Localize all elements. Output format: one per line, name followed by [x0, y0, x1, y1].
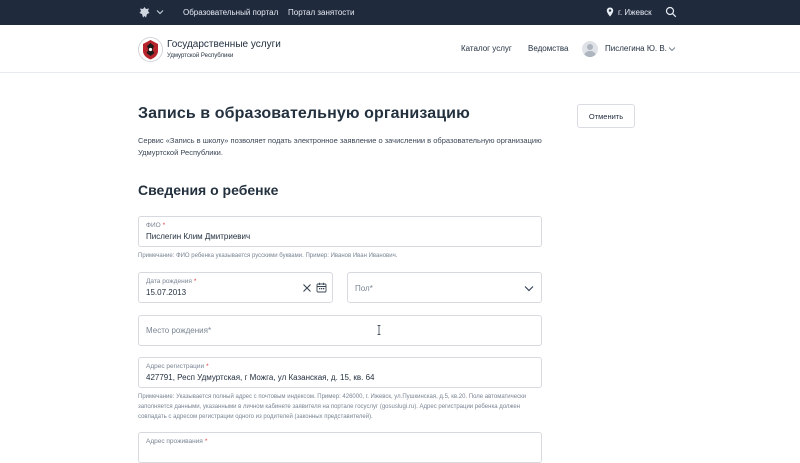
fio-note: Примечание: ФИО ребенка указывается русс… — [138, 253, 398, 259]
user-name[interactable]: Пислегина Ю. В. — [605, 44, 667, 53]
logo-title[interactable]: Государственные услуги — [167, 39, 281, 50]
chevron-down-icon[interactable] — [524, 285, 534, 292]
nav-catalog-link[interactable]: Каталог услуг — [461, 44, 512, 53]
sex-select[interactable]: Пол* — [347, 272, 542, 303]
avatar[interactable] — [582, 41, 598, 57]
fio-label: ФИО * — [146, 222, 166, 229]
fio-value[interactable]: Пислегин Клим Дмитриевич — [146, 232, 250, 241]
nav-departments-link[interactable]: Ведомства — [528, 44, 569, 53]
emblem-icon[interactable] — [138, 6, 151, 19]
residence-address-field[interactable]: Адрес проживания * — [138, 432, 542, 463]
chevron-down-icon[interactable] — [668, 46, 676, 52]
registration-address-field[interactable]: Адрес регистрации * 427791, Респ Удмуртск… — [138, 357, 542, 388]
birthplace-field[interactable]: Место рождения* — [138, 315, 542, 346]
text-cursor-icon — [377, 325, 381, 335]
logo-subtitle: Удмуртской Республики — [167, 53, 234, 59]
registration-address-label: Адрес регистрации * — [146, 363, 209, 370]
residence-address-label: Адрес проживания * — [146, 438, 208, 445]
calendar-icon[interactable] — [316, 282, 327, 293]
chevron-down-icon[interactable] — [156, 8, 164, 16]
registration-address-value[interactable]: 427791, Респ Удмуртская, г Можга, ул Каз… — [146, 373, 374, 382]
section-title: Сведения о ребенке — [138, 182, 279, 198]
birth-date-field[interactable]: Дата рождения * 15.07.2013 — [138, 272, 333, 303]
search-icon[interactable] — [665, 6, 677, 18]
sex-label: Пол* — [355, 284, 373, 293]
clear-icon[interactable] — [302, 283, 312, 293]
page-title: Запись в образовательную организацию — [138, 105, 470, 122]
birth-date-value[interactable]: 15.07.2013 — [146, 288, 186, 297]
service-description: Сервис «Запись в школу» позволяет подать… — [138, 136, 542, 157]
gosuslugi-logo-icon[interactable] — [138, 37, 163, 62]
birthplace-label: Место рождения* — [146, 326, 212, 335]
top-bar: Образовательный портал Портал занятости … — [0, 0, 800, 25]
city-selector[interactable]: г. Ижевск — [618, 8, 652, 17]
cancel-button[interactable]: Отменить — [577, 104, 635, 128]
user-icon — [584, 44, 596, 57]
site-header: Государственные услуги Удмуртской Респуб… — [0, 25, 800, 73]
location-pin-icon — [606, 7, 614, 17]
educational-portal-link[interactable]: Образовательный портал — [183, 8, 278, 17]
fio-field[interactable]: ФИО * Пислегин Клим Дмитриевич — [138, 216, 542, 247]
jobs-portal-link[interactable]: Портал занятости — [288, 8, 354, 17]
registration-note: Примечание: Указывается полный адрес с п… — [138, 394, 527, 420]
birth-date-label: Дата рождения * — [146, 278, 197, 285]
